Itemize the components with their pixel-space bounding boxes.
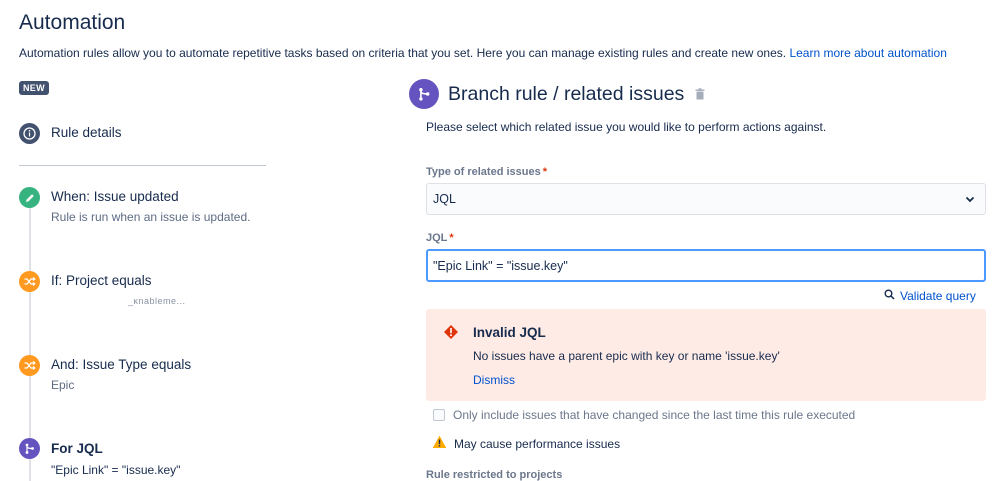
type-select[interactable]: JQL xyxy=(426,183,986,215)
info-icon xyxy=(19,123,40,144)
jql-field-label-text: JQL xyxy=(426,232,448,244)
changed-issues-checkbox[interactable] xyxy=(433,409,445,421)
error-icon xyxy=(443,324,459,345)
search-icon xyxy=(884,289,895,303)
step-condition-issue-type-subtitle: Epic xyxy=(51,378,75,392)
branch-header: Branch rule / related issues xyxy=(409,79,705,109)
step-trigger-title: When: Issue updated xyxy=(51,189,179,204)
branch-title: Branch rule / related issues xyxy=(448,82,685,105)
performance-warning: May cause performance issues xyxy=(432,435,620,452)
trash-icon[interactable] xyxy=(695,88,705,100)
restricted-projects-label: Rule restricted to projects xyxy=(426,469,563,481)
error-banner: Invalid JQL No issues have a parent epic… xyxy=(426,309,986,401)
step-condition-project-title: If: Project equals xyxy=(51,273,152,288)
changed-issues-label: Only include issues that have changed si… xyxy=(453,408,856,422)
new-badge: NEW xyxy=(19,81,49,95)
page-description-text: Automation rules allow you to automate r… xyxy=(19,46,787,60)
rule-details-title: Rule details xyxy=(51,125,122,140)
shuffle-icon xyxy=(19,271,40,292)
step-trigger[interactable]: When: Issue updated Rule is run when an … xyxy=(19,187,250,224)
learn-more-link[interactable]: Learn more about automation xyxy=(789,46,946,60)
error-message: No issues have a parent epic with key or… xyxy=(473,349,780,363)
step-branch-jql[interactable]: For JQL "Epic Link" = "issue.key" xyxy=(19,438,180,477)
step-condition-project[interactable]: If: Project equals xyxy=(19,271,152,292)
page-title: Automation xyxy=(19,11,126,34)
required-asterisk: * xyxy=(449,232,454,244)
error-title: Invalid JQL xyxy=(473,325,546,340)
required-asterisk: * xyxy=(542,166,548,178)
page-description: Automation rules allow you to automate r… xyxy=(19,46,947,60)
warning-icon xyxy=(432,435,447,452)
branch-icon xyxy=(409,79,439,109)
shuffle-icon xyxy=(19,355,40,376)
branch-description: Please select which related issue you wo… xyxy=(426,120,827,134)
performance-warning-text: May cause performance issues xyxy=(454,436,621,451)
step-condition-issue-type-title: And: Issue Type equals xyxy=(51,357,192,372)
pencil-icon xyxy=(19,187,40,208)
changed-issues-option: Only include issues that have changed si… xyxy=(433,408,855,422)
validate-query-label: Validate query xyxy=(900,289,976,303)
jql-field-label: JQL * xyxy=(426,232,454,244)
validate-query-link[interactable]: Validate query xyxy=(884,289,976,303)
dismiss-link[interactable]: Dismiss xyxy=(473,373,515,387)
branch-icon xyxy=(19,438,40,459)
chevron-down-icon xyxy=(965,190,975,208)
step-condition-issue-type[interactable]: And: Issue Type equals Epic xyxy=(19,355,191,392)
jql-input[interactable]: "Epic Link" = "issue.key" xyxy=(426,249,986,282)
step-branch-jql-subtitle: "Epic Link" = "issue.key" xyxy=(51,463,181,477)
step-branch-jql-title: For JQL xyxy=(51,441,103,456)
step-trigger-subtitle: Rule is run when an issue is updated. xyxy=(51,210,251,224)
type-field-label: Type of related issues * xyxy=(426,166,547,178)
type-select-value: JQL xyxy=(433,192,456,206)
rule-details-step[interactable]: Rule details xyxy=(19,123,122,144)
step-condition-project-subtitle: _ĸnableme... xyxy=(128,296,186,306)
type-field-label-text: Type of related issues xyxy=(426,166,541,178)
sidebar-divider xyxy=(19,165,266,166)
